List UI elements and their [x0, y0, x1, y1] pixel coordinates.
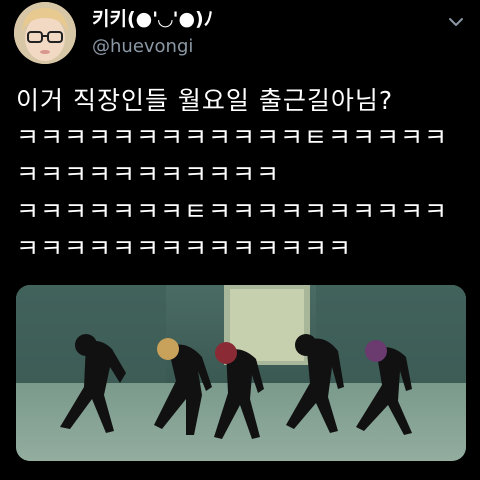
tweet-line: ㅋㅋㅋㅋㅋㅋㅋㅌㅋㅋㅋㅋㅋㅋㅋㅋㅋㅋ [16, 197, 449, 226]
tweet-line: ㅋㅋㅋㅋㅋㅋㅋㅋㅋㅋㅋ [16, 160, 281, 189]
tweet-text: 이거 직장인들 월요일 출근길아님? ㅋㅋㅋㅋㅋㅋㅋㅋㅋㅋㅋㅋㅌㅋㅋㅋㅋㅋ ㅋㅋ… [16, 82, 468, 267]
dance-scene-image [16, 285, 466, 461]
avatar-photo [14, 2, 76, 64]
avatar[interactable] [14, 2, 76, 64]
display-name[interactable]: 키키(●'◡'●)ﾉ [92, 4, 213, 31]
tweet-line: ㅋㅋㅋㅋㅋㅋㅋㅋㅋㅋㅋㅋㅌㅋㅋㅋㅋㅋ [16, 123, 449, 152]
tweet-line: ㅋㅋㅋㅋㅋㅋㅋㅋㅋㅋㅋㅋㅋㅋ [16, 234, 353, 263]
user-handle[interactable]: @huevongi [92, 36, 193, 57]
tweet-line: 이거 직장인들 월요일 출근길아님? [16, 86, 394, 115]
tweet-media-image[interactable] [16, 285, 466, 461]
chevron-down-icon[interactable] [444, 10, 468, 34]
